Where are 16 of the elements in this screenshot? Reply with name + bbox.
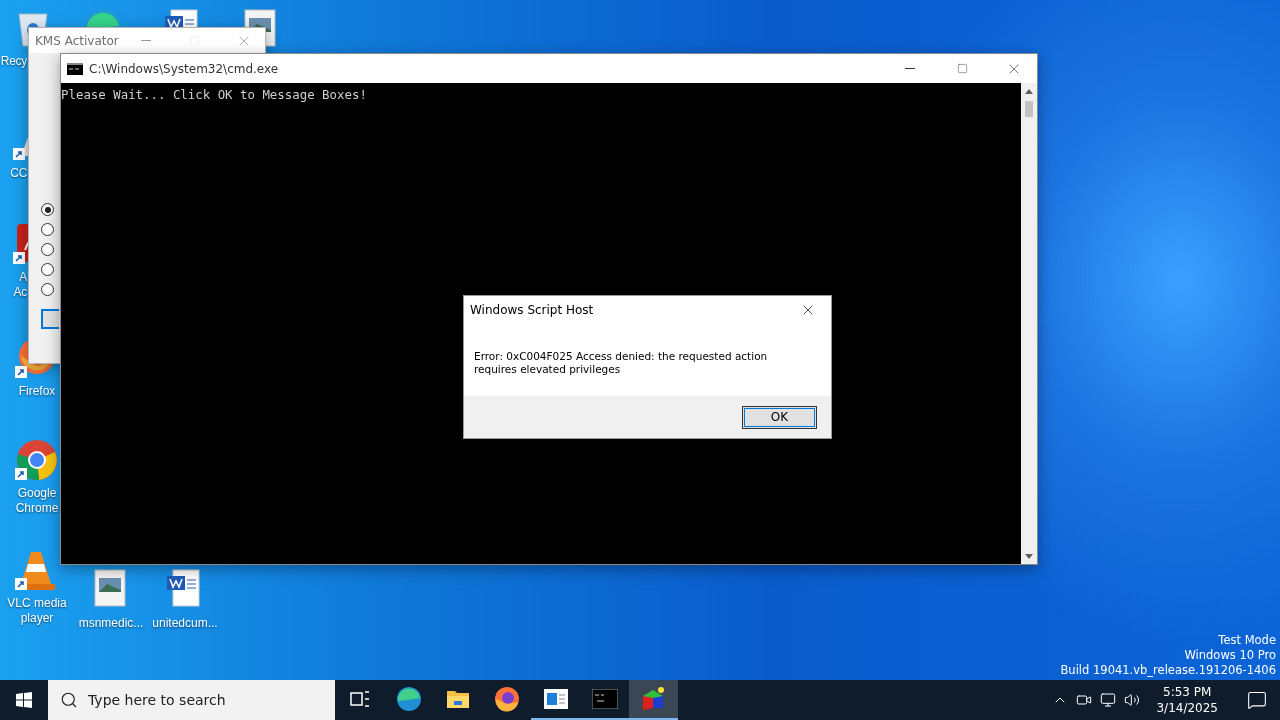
system-watermark-text: Windows 10 Pro <box>1184 648 1276 663</box>
icon-label: Google Chrome <box>15 486 59 516</box>
icon-label: VLC media player <box>7 596 67 626</box>
icon-label: CC <box>9 166 27 181</box>
window-title: KMS Activator <box>35 33 119 48</box>
system-watermark-text: Build 19041.vb_release.191206-1406 <box>1060 663 1276 678</box>
icon-label: A Ac <box>12 270 27 300</box>
error-message: Error: 0xC004F025 Access denied: the requested action requires elevated privileges <box>474 350 769 376</box>
icon-label: Recy <box>0 54 27 69</box>
system-watermark-text: Test Mode <box>1218 633 1276 648</box>
console-output: Please Wait... Click OK to Message Boxes! <box>61 87 367 102</box>
icon-label: msnmedic... <box>78 616 144 631</box>
icon-label: unitedcum... <box>152 616 218 631</box>
window-title: C:\Windows\System32\cmd.exe <box>89 61 280 76</box>
dialog-title: Windows Script Host <box>470 303 595 317</box>
icon-label: Firefox <box>18 384 56 399</box>
